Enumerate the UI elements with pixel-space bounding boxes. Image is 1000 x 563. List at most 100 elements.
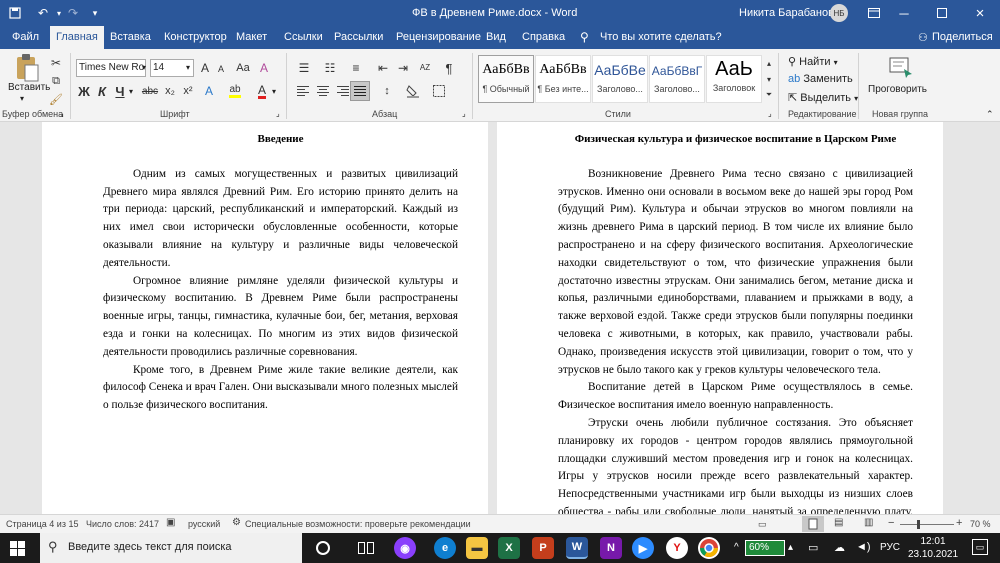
justify-icon[interactable] bbox=[350, 81, 370, 101]
shrink-font-icon[interactable]: A bbox=[214, 61, 228, 77]
tab-home[interactable]: Главная bbox=[50, 26, 104, 49]
font-size-dropdown-icon[interactable]: ▾ bbox=[186, 63, 190, 72]
paragraph-launcher-icon[interactable]: ⌟ bbox=[462, 109, 466, 118]
multilevel-list-icon[interactable]: ≡ bbox=[346, 59, 366, 77]
tab-design[interactable]: Конструктор bbox=[164, 26, 227, 49]
zoom-slider[interactable] bbox=[900, 524, 954, 525]
zoom-out-icon[interactable]: − bbox=[888, 517, 894, 529]
speak-icon[interactable] bbox=[886, 55, 916, 81]
onenote-icon[interactable]: N bbox=[600, 537, 622, 559]
edge-icon[interactable]: e bbox=[434, 537, 456, 559]
minimize-icon[interactable]: ─ bbox=[890, 0, 918, 26]
bullets-icon[interactable]: ☰ bbox=[294, 59, 314, 77]
font-color-button[interactable]: A bbox=[254, 82, 270, 100]
bold-button[interactable]: Ж bbox=[76, 82, 92, 100]
taskbar-search-box[interactable]: ⚲ Введите здесь текст для поиска bbox=[40, 533, 302, 563]
tab-file[interactable]: Файл bbox=[12, 26, 39, 49]
print-layout-icon[interactable] bbox=[802, 516, 824, 532]
tab-help[interactable]: Справка bbox=[522, 26, 565, 49]
word-count[interactable]: Число слов: 2417 bbox=[86, 519, 159, 529]
zoom-level[interactable]: 70 % bbox=[970, 519, 991, 529]
page-left[interactable]: Введение Одним из самых могущественных и… bbox=[42, 122, 488, 514]
cut-icon[interactable]: ✂ bbox=[48, 55, 64, 71]
windows-start-icon[interactable] bbox=[10, 541, 25, 559]
tab-insert[interactable]: Вставка bbox=[110, 26, 151, 49]
style-title[interactable]: АаЬ Заголовок bbox=[706, 55, 762, 103]
align-center-icon[interactable] bbox=[314, 82, 332, 100]
read-mode-icon[interactable]: ▤ bbox=[834, 517, 843, 528]
copy-icon[interactable]: ⧉ bbox=[48, 73, 64, 89]
font-name-combo[interactable]: Times New Ro bbox=[76, 59, 146, 77]
notification-area-icon[interactable]: ▴ bbox=[788, 542, 793, 553]
underline-dropdown-icon[interactable]: ▾ bbox=[129, 87, 133, 96]
tab-references[interactable]: Ссылки bbox=[284, 26, 323, 49]
clear-formatting-icon[interactable]: A bbox=[256, 59, 272, 77]
clipboard-launcher-icon[interactable]: ⌟ bbox=[60, 109, 64, 118]
increase-indent-icon[interactable]: ⇥ bbox=[394, 59, 412, 77]
save-icon[interactable] bbox=[6, 4, 24, 22]
shading-icon[interactable] bbox=[404, 82, 422, 100]
clock-date[interactable]: 23.10.2021 bbox=[904, 549, 962, 560]
onedrive-icon[interactable]: ☁ bbox=[834, 541, 845, 554]
chrome-icon[interactable] bbox=[698, 537, 720, 559]
replace-button[interactable]: ab Заменить bbox=[788, 73, 853, 85]
share-button[interactable]: Поделиться bbox=[932, 26, 993, 49]
change-case-icon[interactable]: Aa bbox=[234, 59, 252, 77]
styles-scroll-up-icon[interactable]: ▴ bbox=[764, 55, 774, 71]
select-button[interactable]: ⇱ Выделить ▾ bbox=[788, 91, 858, 104]
style-heading-1[interactable]: АаБбВе Заголово... bbox=[592, 55, 648, 103]
user-name[interactable]: Никита Барабанов bbox=[739, 7, 834, 19]
style-heading-2[interactable]: АаБбВвГ Заголово... bbox=[649, 55, 705, 103]
line-spacing-icon[interactable]: ↕ bbox=[378, 82, 396, 100]
numbering-icon[interactable]: ☷ bbox=[320, 59, 340, 77]
page-right[interactable]: Физическая культура и физическое воспита… bbox=[497, 122, 943, 514]
paste-icon[interactable] bbox=[10, 53, 44, 83]
show-marks-icon[interactable]: ¶ bbox=[440, 59, 458, 77]
style-normal[interactable]: АаБбВв ¶ Обычный bbox=[478, 55, 534, 103]
underline-button[interactable]: Ч bbox=[112, 82, 128, 100]
web-layout-icon[interactable]: ▥ bbox=[864, 517, 873, 528]
network-icon[interactable]: ▭ bbox=[808, 541, 818, 554]
avatar[interactable]: НБ bbox=[830, 4, 848, 22]
accessibility-status[interactable]: Специальные возможности: проверьте реком… bbox=[245, 519, 471, 529]
ribbon-display-icon[interactable] bbox=[860, 0, 888, 26]
format-painter-icon[interactable]: 🖌 bbox=[48, 91, 64, 107]
clock-time[interactable]: 12:01 bbox=[916, 536, 950, 547]
style-no-spacing[interactable]: АаБбВв ¶ Без инте... bbox=[535, 55, 591, 103]
alice-icon[interactable]: ◉ bbox=[394, 537, 416, 559]
styles-more-icon[interactable]: ⏷ bbox=[764, 87, 774, 103]
word-icon[interactable]: W bbox=[566, 537, 588, 559]
font-color-dropdown-icon[interactable]: ▾ bbox=[272, 87, 276, 96]
zoom-app-icon[interactable]: ▶ bbox=[632, 537, 654, 559]
subscript-button[interactable]: x₂ bbox=[162, 82, 178, 100]
collapse-ribbon-icon[interactable]: ⌃ bbox=[986, 109, 994, 120]
powerpoint-icon[interactable]: P bbox=[532, 537, 554, 559]
page-count[interactable]: Страница 4 из 15 bbox=[6, 519, 78, 529]
tab-review[interactable]: Рецензирование bbox=[396, 26, 481, 49]
italic-button[interactable]: К bbox=[94, 82, 110, 100]
font-launcher-icon[interactable]: ⌟ bbox=[276, 109, 280, 118]
file-explorer-icon[interactable]: ▬ bbox=[466, 537, 488, 559]
customize-qat-icon[interactable]: ▾ bbox=[86, 4, 104, 22]
volume-icon[interactable]: ◄) bbox=[856, 541, 871, 553]
action-center-icon[interactable]: ▭ bbox=[972, 539, 988, 555]
tab-mailings[interactable]: Рассылки bbox=[334, 26, 383, 49]
find-button[interactable]: ⚲ Найти ▾ bbox=[788, 55, 838, 68]
sort-icon[interactable]: AZ bbox=[416, 59, 434, 77]
proofing-icon[interactable]: ▣ bbox=[166, 517, 175, 528]
language[interactable]: русский bbox=[188, 519, 220, 529]
font-name-dropdown-icon[interactable]: ▾ bbox=[142, 63, 146, 72]
maximize-icon[interactable] bbox=[928, 0, 956, 26]
close-icon[interactable]: × bbox=[966, 0, 994, 26]
cortana-icon[interactable] bbox=[316, 541, 330, 555]
excel-icon[interactable]: X bbox=[498, 537, 520, 559]
decrease-indent-icon[interactable]: ⇤ bbox=[374, 59, 392, 77]
task-view-icon[interactable] bbox=[358, 542, 374, 557]
input-language[interactable]: РУС bbox=[880, 542, 900, 553]
borders-icon[interactable] bbox=[430, 82, 448, 100]
highlight-button[interactable]: ab bbox=[226, 82, 244, 100]
taskbar-overflow-icon[interactable]: ^ bbox=[734, 542, 739, 553]
battery-indicator[interactable]: 60% bbox=[745, 540, 785, 556]
styles-scroll-down-icon[interactable]: ▾ bbox=[764, 71, 774, 87]
zoom-slider-thumb[interactable] bbox=[917, 520, 920, 529]
